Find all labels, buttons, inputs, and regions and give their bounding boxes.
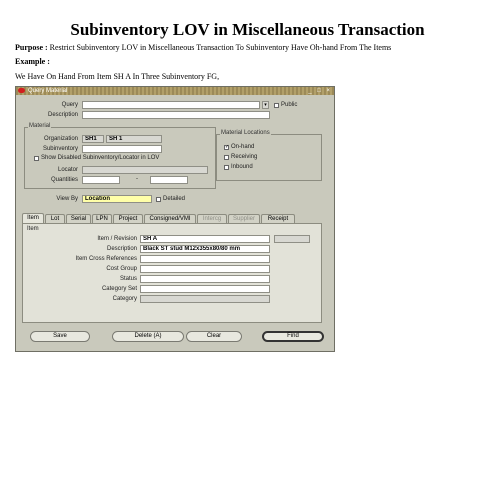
organization-code-field[interactable]: SH1 [82, 135, 104, 143]
tab-receipt[interactable]: Receipt [261, 214, 295, 223]
receiving-label: Receiving [231, 154, 258, 160]
tab-lpn[interactable]: LPN [92, 214, 112, 223]
purpose-text: Restrict Subinventory LOV in Miscellaneo… [47, 43, 392, 52]
query-label: Query [61, 102, 78, 108]
cost-group-label: Cost Group [106, 266, 137, 272]
item-panel-heading: Item [27, 226, 39, 232]
cross-references-label: Item Cross References [75, 256, 137, 262]
find-button[interactable]: Find [262, 331, 324, 342]
detailed-checkbox[interactable] [156, 197, 161, 202]
subinventory-input[interactable] [82, 145, 162, 153]
organization-name-field: SH 1 [106, 135, 162, 143]
cross-references-field[interactable] [140, 255, 270, 263]
status-field[interactable] [140, 275, 270, 283]
category-set-field[interactable] [140, 285, 270, 293]
description-input[interactable] [82, 111, 270, 119]
tab-supplier[interactable]: Supplier [228, 214, 260, 223]
example-label: Example : [15, 57, 50, 66]
view-by-label: View By [56, 196, 78, 202]
locator-label: Locator [57, 167, 78, 173]
query-material-window: Query Material _ □ × Query ▾ Public Desc… [15, 86, 335, 352]
oracle-logo-icon [18, 88, 25, 93]
inbound-checkbox[interactable] [224, 165, 229, 170]
document-title: Subinventory LOV in Miscellaneous Transa… [70, 20, 425, 39]
inbound-label: Inbound [231, 164, 253, 170]
tab-project[interactable]: Project [113, 214, 143, 223]
on-hand-label: On-hand [231, 144, 255, 150]
subinventory-label: Subinventory [42, 146, 78, 152]
checkmark-icon: ✓ [225, 144, 230, 150]
show-disabled-label: Show Disabled Subinventory/Locator in LO… [41, 155, 160, 161]
query-input[interactable] [82, 101, 260, 109]
delete-button[interactable]: Delete (A) [112, 331, 184, 342]
tab-item[interactable]: Item [22, 213, 44, 223]
detailed-label: Detailed [163, 196, 186, 202]
quantities-label: Quantities [50, 177, 78, 183]
quantity-from-input[interactable] [82, 176, 120, 184]
item-revision-field[interactable]: SH A [140, 235, 270, 243]
category-label: Category [112, 296, 137, 302]
query-lov-button[interactable]: ▾ [262, 101, 269, 109]
tab-serial[interactable]: Serial [66, 214, 91, 223]
tab-lot[interactable]: Lot [45, 214, 65, 223]
description-field-label: Description [106, 246, 137, 252]
item-panel: Item Item / Revision SH A Description Bl… [22, 223, 322, 323]
window-titlebar[interactable]: Query Material _ □ × [16, 87, 334, 95]
public-label: Public [281, 102, 298, 108]
item-revision-label: Item / Revision [97, 236, 137, 242]
on-hand-checkbox[interactable]: ✓ [224, 145, 229, 150]
view-by-select[interactable]: Location [82, 195, 152, 203]
purpose-line: Purpose : Restrict Subinventory LOV in M… [15, 43, 391, 52]
description-label: Description [47, 112, 78, 118]
locator-input[interactable] [82, 166, 208, 174]
quantities-separator: - [136, 176, 138, 182]
cost-group-field[interactable] [140, 265, 270, 273]
window-title: Query Material [28, 88, 68, 94]
category-set-label: Category Set [101, 286, 137, 292]
tab-consigned-vmi[interactable]: Consigned/VMI [144, 214, 196, 223]
category-field[interactable] [140, 295, 270, 303]
chevron-down-icon: ▾ [264, 102, 267, 108]
material-locations-caption: Material Locations [220, 130, 271, 136]
save-button[interactable]: Save [30, 331, 90, 342]
organization-label: Organization [43, 136, 78, 142]
revision-field[interactable] [274, 235, 310, 243]
clear-button[interactable]: Clear [186, 331, 242, 342]
purpose-label: Purpose : [15, 43, 48, 52]
item-description-field: Black ST stud M12x355x80/80 mm [140, 245, 270, 253]
public-checkbox[interactable] [274, 103, 279, 108]
receiving-checkbox[interactable] [224, 155, 229, 160]
quantity-to-input[interactable] [150, 176, 188, 184]
example-text: We Have On Hand From Item SH A In Three … [15, 72, 220, 81]
show-disabled-checkbox[interactable] [34, 156, 39, 161]
status-label: Status [119, 276, 137, 282]
material-group-caption: Material [28, 123, 52, 129]
tab-intercg[interactable]: Intercg [197, 214, 227, 223]
window-controls[interactable]: _ □ × [308, 87, 332, 95]
